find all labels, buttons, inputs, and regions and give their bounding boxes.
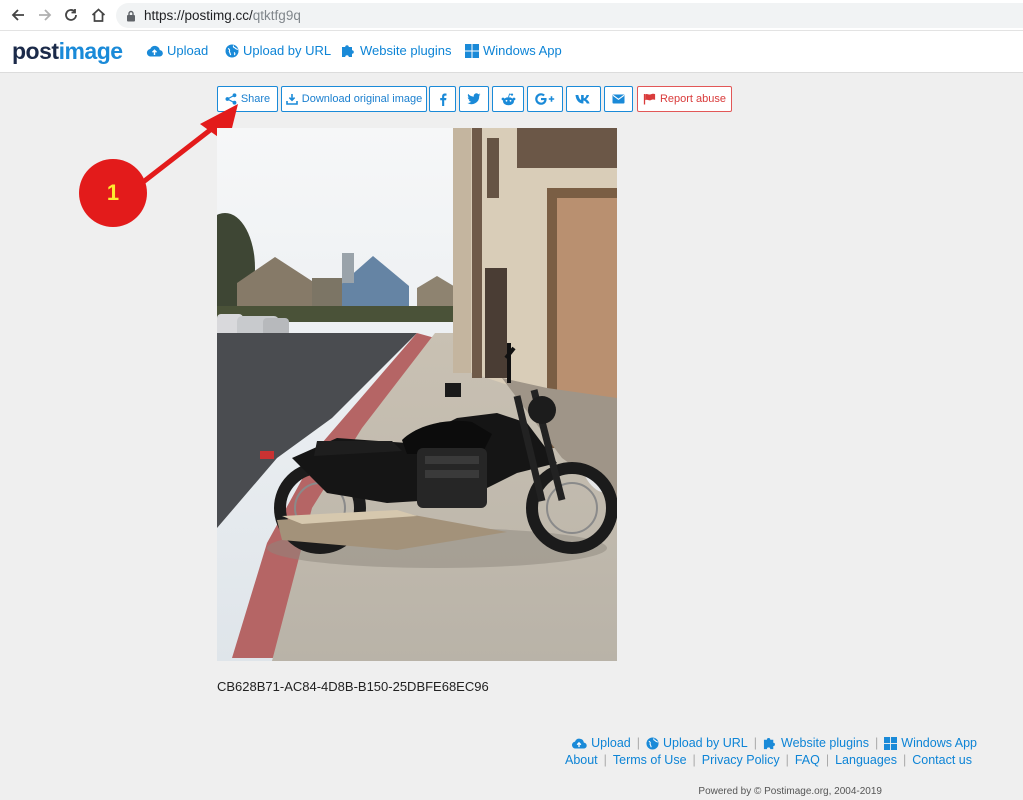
footer-link-about[interactable]: About bbox=[565, 753, 598, 767]
logo-text-b: image bbox=[58, 38, 123, 64]
footer-link-terms[interactable]: Terms of Use bbox=[613, 753, 687, 767]
share-icon bbox=[225, 93, 237, 105]
url-path: qtktfg9q bbox=[252, 8, 301, 23]
site-header: postimage Upload Upload by URL Website p… bbox=[0, 31, 1023, 73]
footer-link-languages[interactable]: Languages bbox=[835, 753, 897, 767]
footer-link-upload[interactable]: Upload bbox=[591, 736, 631, 750]
reload-button[interactable] bbox=[61, 5, 81, 25]
download-original-button[interactable]: Download original image bbox=[281, 86, 427, 112]
twitter-icon bbox=[467, 93, 481, 105]
nav-upload-by-url[interactable]: Upload by URL bbox=[225, 43, 331, 58]
address-bar[interactable]: https://postimg.cc/qtktfg9q bbox=[116, 3, 1023, 28]
footer-separator: | bbox=[875, 736, 879, 750]
footer-separator: | bbox=[636, 736, 640, 750]
image-caption: CB628B71-AC84-4D8B-B150-25DBFE68EC96 bbox=[217, 679, 489, 694]
annotation-number-badge: 1 bbox=[79, 159, 147, 227]
puzzle-icon bbox=[342, 45, 354, 57]
footer-link-upload-by-url[interactable]: Upload by URL bbox=[663, 736, 748, 750]
download-original-label: Download original image bbox=[301, 93, 423, 105]
nav-upload-by-url-label: Upload by URL bbox=[243, 43, 332, 58]
report-abuse-label: Report abuse bbox=[659, 93, 727, 105]
reddit-share-button[interactable] bbox=[492, 86, 524, 112]
nav-website-plugins-label: Website plugins bbox=[360, 43, 452, 58]
footer-separator: | bbox=[902, 753, 907, 767]
twitter-share-button[interactable] bbox=[459, 86, 489, 112]
footer-separator: | bbox=[692, 753, 696, 767]
flag-icon bbox=[643, 93, 656, 105]
home-button[interactable] bbox=[88, 5, 108, 25]
reddit-icon bbox=[501, 92, 515, 105]
footer-link-faq[interactable]: FAQ bbox=[795, 753, 820, 767]
nav-upload-label: Upload bbox=[167, 43, 209, 58]
report-abuse-button[interactable]: Report abuse bbox=[637, 86, 732, 112]
google-plus-icon bbox=[535, 93, 555, 105]
globe-icon bbox=[646, 736, 659, 750]
url-host: https://postimg.cc/ bbox=[144, 8, 253, 23]
arrow-left-icon bbox=[11, 9, 24, 21]
facebook-icon bbox=[439, 93, 446, 106]
footer-link-contact[interactable]: Contact us bbox=[912, 753, 972, 767]
vk-icon bbox=[575, 95, 590, 104]
forward-button[interactable] bbox=[35, 5, 55, 25]
uploaded-image[interactable] bbox=[217, 128, 617, 661]
footer-separator: | bbox=[603, 753, 607, 767]
footer-link-privacy[interactable]: Privacy Policy bbox=[702, 753, 780, 767]
home-icon bbox=[91, 8, 105, 22]
windows-icon bbox=[884, 736, 898, 750]
powered-by-text: Powered by © Postimage.org, 2004-2019 bbox=[698, 786, 882, 797]
nav-upload[interactable]: Upload bbox=[146, 43, 208, 58]
footer-separator: | bbox=[753, 736, 757, 750]
download-icon bbox=[285, 94, 298, 105]
vk-share-button[interactable] bbox=[566, 86, 601, 112]
google-plus-share-button[interactable] bbox=[527, 86, 563, 112]
browser-toolbar: https://postimg.cc/qtktfg9q bbox=[0, 0, 1023, 31]
windows-icon bbox=[465, 43, 479, 58]
footer-link-windows-app[interactable]: Windows App bbox=[901, 736, 977, 750]
email-share-button[interactable] bbox=[604, 86, 633, 112]
arrow-right-icon bbox=[39, 9, 52, 21]
footer-separator: | bbox=[785, 753, 789, 767]
footer-nav-primary: Upload | Upload by URL | Website plugins… bbox=[571, 736, 977, 750]
cloud-upload-icon bbox=[146, 45, 163, 57]
share-label: Share bbox=[240, 93, 271, 105]
email-icon bbox=[612, 94, 625, 104]
share-button[interactable]: Share bbox=[217, 86, 278, 112]
facebook-share-button[interactable] bbox=[429, 86, 456, 112]
footer-link-website-plugins[interactable]: Website plugins bbox=[781, 736, 869, 750]
postimage-logo[interactable]: postimage bbox=[12, 37, 123, 65]
puzzle-icon bbox=[763, 738, 775, 750]
nav-windows-app-label: Windows App bbox=[483, 43, 562, 58]
nav-windows-app[interactable]: Windows App bbox=[465, 43, 562, 58]
footer-separator: | bbox=[825, 753, 830, 767]
nav-website-plugins[interactable]: Website plugins bbox=[341, 43, 452, 58]
back-button[interactable] bbox=[8, 5, 28, 25]
globe-icon bbox=[225, 44, 239, 57]
motorcycle-photo bbox=[217, 128, 617, 661]
lock-icon bbox=[127, 10, 135, 21]
logo-text-a: post bbox=[12, 38, 59, 64]
cloud-upload-icon bbox=[572, 738, 587, 749]
footer-nav-secondary: About | Terms of Use | Privacy Policy | … bbox=[565, 753, 972, 767]
reload-icon bbox=[65, 9, 77, 21]
